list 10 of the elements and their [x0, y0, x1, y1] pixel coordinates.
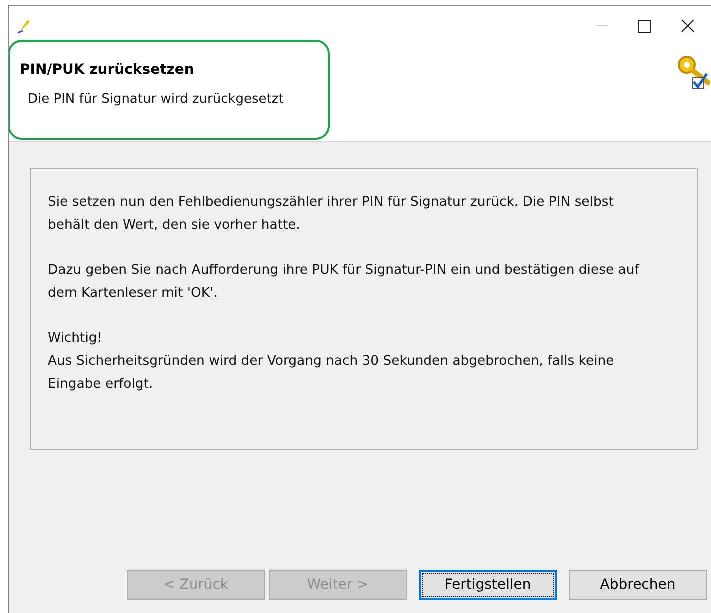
page-subtitle: Die PIN für Signatur wird zurückgesetzt [27, 92, 285, 107]
info-text: Dazu geben Sie nach Aufforderung ihre PUK für Signatur-PIN ein und bestätigen diese auf dem Kartenleser mit 'OK'. [48, 262, 641, 303]
page-title: PIN/PUK zurücksetzen [20, 62, 196, 78]
wizard-button[interactable]: Abbrechen [569, 570, 707, 600]
wizard-button[interactable]: Fertigstellen [419, 570, 557, 600]
maximize-icon[interactable] [638, 20, 651, 32]
quill-icon [17, 18, 31, 34]
info-text: Sie setzen nun den Fehlbedienungszähler ihrer PIN für Signatur zurück. Die PIN selbst behält den Wert, den sie vorher hatte. [48, 194, 615, 235]
info-text: Wichtig! Aus Sicherheitsgründen wird der Vorgang nach 30 Sekunden abgebrochen, falls keine Eingabe erfolgt. [48, 330, 616, 394]
close-icon[interactable] [681, 19, 695, 33]
